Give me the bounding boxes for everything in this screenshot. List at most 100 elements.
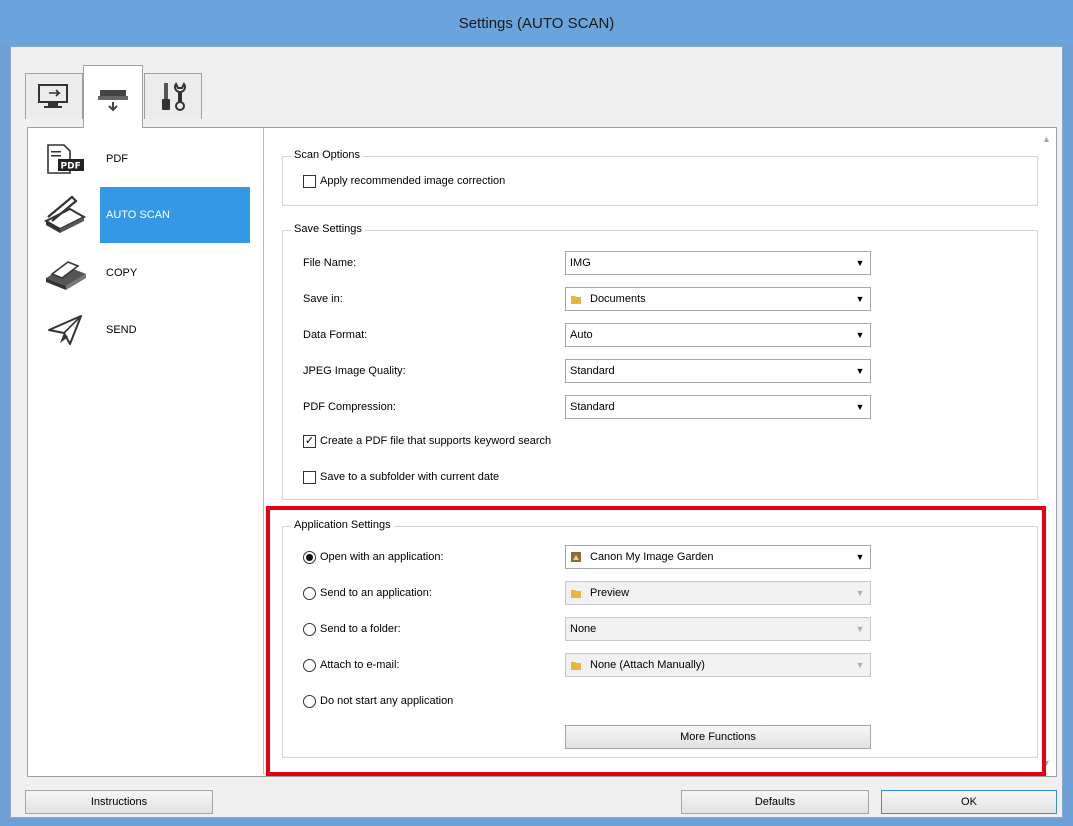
chevron-down-icon[interactable]: ▼ <box>854 364 866 378</box>
data-format-value: Auto <box>570 329 593 341</box>
settings-pane: PDF PDF AUTO SCAN COPY SEND Scan Options… <box>27 127 1057 777</box>
folder-icon <box>570 659 582 671</box>
sidebar-item-label: PDF <box>106 153 128 165</box>
application-settings-group: Application Settings Open with an applic… <box>282 519 1038 758</box>
attach-email-value: None (Attach Manually) <box>590 659 705 671</box>
chevron-down-icon[interactable]: ▼ <box>854 622 866 636</box>
send-to-folder-value: None <box>570 623 597 635</box>
more-functions-button[interactable]: More Functions <box>565 725 871 749</box>
sidebar-item-label: AUTO SCAN <box>100 187 250 243</box>
radio-label: Do not start any application <box>320 695 454 707</box>
save-in-value: Documents <box>590 293 646 305</box>
image-garden-icon <box>570 551 582 563</box>
window-title: Settings (AUTO SCAN) <box>458 14 615 32</box>
chevron-down-icon[interactable]: ▼ <box>854 328 866 342</box>
file-name-value: IMG <box>570 257 591 269</box>
title-bar: Settings (AUTO SCAN) <box>0 0 1073 46</box>
chevron-down-icon[interactable]: ▼ <box>854 256 866 270</box>
sidebar-item-label: SEND <box>106 324 137 336</box>
paper-plane-icon <box>48 315 82 345</box>
checkbox-box[interactable] <box>303 174 316 188</box>
checkbox-label: Create a PDF file that supports keyword … <box>320 435 552 447</box>
vertical-scrollbar[interactable]: ▲ ▼ <box>1039 128 1055 774</box>
send-to-app-select[interactable]: Preview ▼ <box>565 581 871 605</box>
jpeg-quality-value: Standard <box>570 365 615 377</box>
tab-scan-from-computer[interactable] <box>25 73 83 119</box>
group-title: Scan Options <box>291 149 364 161</box>
radio-label: Send to a folder: <box>320 623 401 635</box>
settings-window: Settings (AUTO SCAN) PDF PDF AUTO SCAN C… <box>0 0 1073 826</box>
radio-button[interactable] <box>303 694 316 708</box>
save-in-label: Save in: <box>303 293 343 305</box>
sidebar-item-pdf[interactable]: PDF PDF <box>30 131 262 187</box>
pdf-compression-label: PDF Compression: <box>303 401 396 413</box>
instructions-button[interactable]: Instructions <box>25 790 213 814</box>
ok-button[interactable]: OK <box>881 790 1057 814</box>
save-settings-group: Save Settings File Name: IMG ▼ Save in: … <box>282 223 1038 500</box>
pdf-icon: PDF <box>47 144 84 174</box>
keyword-pdf-checkbox[interactable]: ✓ Create a PDF file that supports keywor… <box>303 429 551 453</box>
checkbox-label: Apply recommended image correction <box>320 175 506 187</box>
chevron-down-icon[interactable]: ▼ <box>854 400 866 414</box>
send-to-app-value: Preview <box>590 587 630 599</box>
radio-button[interactable] <box>303 622 316 636</box>
data-format-label: Data Format: <box>303 329 368 341</box>
tab-general-settings[interactable] <box>144 73 202 119</box>
open-with-radio[interactable]: Open with an application: <box>303 545 444 569</box>
folder-icon <box>570 293 582 305</box>
checkbox-box[interactable] <box>303 470 316 484</box>
chevron-down-icon[interactable]: ▼ <box>854 292 866 306</box>
checkbox-box[interactable]: ✓ <box>303 434 316 448</box>
scanner-icon <box>44 195 86 233</box>
checkbox-label: Save to a subfolder with current date <box>320 471 500 483</box>
pdf-compression-value: Standard <box>570 401 615 413</box>
radio-label: Attach to e-mail: <box>320 659 400 671</box>
sidebar-item-label: COPY <box>106 267 138 279</box>
file-name-label: File Name: <box>303 257 357 269</box>
chevron-down-icon[interactable]: ▼ <box>854 550 866 564</box>
folder-icon <box>570 587 582 599</box>
tab-bar <box>25 65 265 128</box>
radio-button[interactable] <box>303 658 316 672</box>
send-to-folder-radio[interactable]: Send to a folder: <box>303 617 401 641</box>
scroll-down-icon[interactable]: ▼ <box>1042 758 1051 768</box>
radio-label: Send to an application: <box>320 587 432 599</box>
chevron-down-icon[interactable]: ▼ <box>854 658 866 672</box>
send-to-app-radio[interactable]: Send to an application: <box>303 581 432 605</box>
apply-correction-checkbox[interactable]: Apply recommended image correction <box>303 169 505 193</box>
attach-email-select[interactable]: None (Attach Manually) ▼ <box>565 653 871 677</box>
defaults-button[interactable]: Defaults <box>681 790 869 814</box>
jpeg-quality-label: JPEG Image Quality: <box>303 365 406 377</box>
attach-email-radio[interactable]: Attach to e-mail: <box>303 653 399 677</box>
jpeg-quality-select[interactable]: Standard ▼ <box>565 359 871 383</box>
scanner-icon <box>98 90 128 112</box>
send-to-folder-select[interactable]: None ▼ <box>565 617 871 641</box>
tab-scan-from-panel[interactable] <box>83 65 143 128</box>
radio-button[interactable] <box>303 586 316 600</box>
tools-icon <box>162 81 186 111</box>
data-format-select[interactable]: Auto ▼ <box>565 323 871 347</box>
radio-button[interactable] <box>303 550 316 564</box>
svg-text:PDF: PDF <box>61 162 81 172</box>
group-title: Save Settings <box>291 223 365 235</box>
sidebar-item-copy[interactable]: COPY <box>30 245 262 301</box>
save-in-select[interactable]: Documents ▼ <box>565 287 871 311</box>
scan-options-group: Scan Options Apply recommended image cor… <box>282 149 1038 206</box>
sidebar-item-send[interactable]: SEND <box>30 302 262 358</box>
sidebar-item-auto-scan[interactable]: AUTO SCAN <box>30 187 262 243</box>
open-with-value: Canon My Image Garden <box>590 551 714 563</box>
group-title: Application Settings <box>291 519 394 531</box>
pdf-compression-select[interactable]: Standard ▼ <box>565 395 871 419</box>
open-with-select[interactable]: Canon My Image Garden ▼ <box>565 545 871 569</box>
radio-label: Open with an application: <box>320 551 444 563</box>
no-app-radio[interactable]: Do not start any application <box>303 689 453 713</box>
computer-scan-icon <box>38 83 68 108</box>
scan-type-sidebar: PDF PDF AUTO SCAN COPY SEND <box>30 128 264 774</box>
file-name-combo[interactable]: IMG ▼ <box>565 251 871 275</box>
scroll-up-icon[interactable]: ▲ <box>1042 134 1051 144</box>
printer-copy-icon <box>46 261 86 290</box>
settings-content: Scan Options Apply recommended image cor… <box>266 128 1042 774</box>
dialog-client-area: PDF PDF AUTO SCAN COPY SEND Scan Options… <box>10 46 1063 818</box>
chevron-down-icon[interactable]: ▼ <box>854 586 866 600</box>
subfolder-checkbox[interactable]: Save to a subfolder with current date <box>303 465 499 489</box>
